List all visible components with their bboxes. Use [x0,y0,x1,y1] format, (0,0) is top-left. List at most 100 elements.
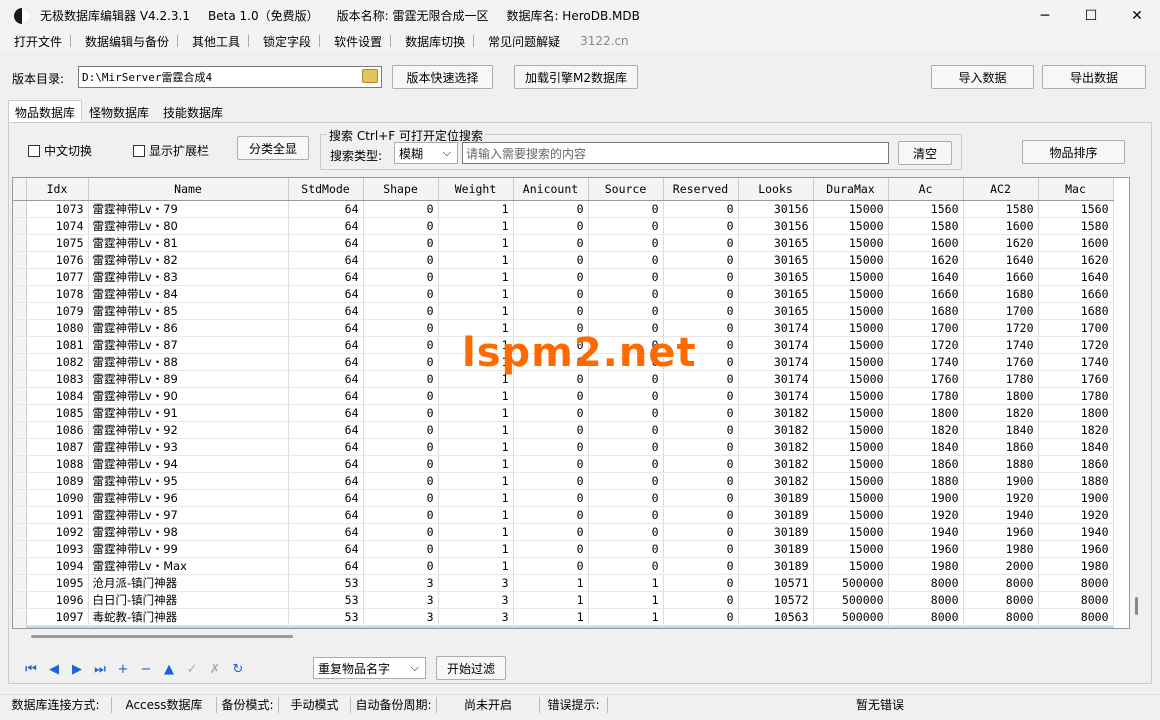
column-header-weight[interactable]: Weight [438,178,514,201]
row-indicator[interactable]: ▶ [13,625,27,628]
cancel-icon[interactable]: ✗ [206,660,224,678]
cell-ac2[interactable]: 1800 [963,387,1039,405]
cell-ac2[interactable]: 1920 [963,489,1039,507]
cell-anicount[interactable]: 0 [513,251,589,269]
cell-name[interactable]: 白日门-镇门神器 [88,591,289,609]
cell-source[interactable]: 0 [588,506,664,524]
table-row[interactable]: 1084 雷霆神带Lv・90 64 0 1 0 0 0 30174 15000 1780 1800 17… [13,387,1114,405]
column-header-looks[interactable]: Looks [738,178,814,201]
cell-name[interactable]: 雷霆神带Lv・84 [88,285,289,303]
cell-ac[interactable]: 1880 [888,472,964,490]
cell-ac2[interactable]: 1940 [963,506,1039,524]
cell-ac[interactable]: 1680 [888,302,964,320]
cell-stdmode[interactable]: 64 [288,404,364,422]
cell-shape[interactable]: 3 [363,574,439,592]
site-link[interactable]: 3122.cn [568,34,629,48]
duplicate-select[interactable]: 重复物品名字 ⌵ [313,657,426,679]
cell-shape[interactable]: 0 [363,523,439,541]
cell-looks[interactable]: 30174 [738,370,814,388]
cell-weight[interactable]: 1 [438,217,514,235]
cell-name[interactable]: 雷霆神带Lv・90 [88,387,289,405]
cell-name[interactable]: 雷霆神带Lv・80 [88,217,289,235]
version-quick-button[interactable]: 版本快速选择 [392,65,493,89]
table-row[interactable]: 1076 雷霆神带Lv・82 64 0 1 0 0 0 30165 15000 1620 1640 16… [13,251,1114,269]
cell-name[interactable]: 雷霆神带Lv・93 [88,438,289,456]
cell-stdmode[interactable]: 53 [288,608,364,626]
row-indicator[interactable] [13,438,27,456]
cell-mac[interactable]: 8000 [1038,608,1114,626]
cell-weight[interactable]: 1 [438,455,514,473]
cell-source[interactable]: 0 [588,472,664,490]
cell-stdmode[interactable]: 53 [288,574,364,592]
cell-name[interactable]: 沧月派-镇门神器 [88,574,289,592]
cell-idx[interactable]: 1081 [26,336,89,354]
row-indicator[interactable] [13,285,27,303]
table-row[interactable]: 1094 雷霆神带Lv・Max 64 0 1 0 0 0 30189 15000 1980 2000 1… [13,557,1114,575]
cell-ac2[interactable]: 1780 [963,370,1039,388]
cell-ac2[interactable]: 1600 [963,217,1039,235]
cell-name[interactable]: 雷霆神带Lv・98 [88,523,289,541]
menu-settings[interactable]: 软件设置 [320,33,390,50]
cell-ac2[interactable]: 1720 [963,319,1039,337]
cell-weight[interactable]: 1 [438,489,514,507]
cell-ac[interactable]: 1820 [888,421,964,439]
cell-reserved[interactable]: 0 [663,523,739,541]
cell-duramax[interactable]: 15000 [813,285,889,303]
cell-idx[interactable]: 1098 [26,625,89,628]
cell-ac[interactable]: 1800 [888,404,964,422]
cell-looks[interactable]: 30182 [738,421,814,439]
cell-ac[interactable]: 1580 [888,217,964,235]
cell-ac2[interactable]: 1980 [963,540,1039,558]
cell-mac[interactable]: 1660 [1038,285,1114,303]
cell-stdmode[interactable]: 64 [288,489,364,507]
cell-idx[interactable]: 1089 [26,472,89,490]
folder-icon[interactable] [362,69,378,83]
items-grid[interactable]: Idx Name StdMode Shape Weight Anicount Source R… [12,177,1130,629]
tab-monsters[interactable]: 怪物数据库 [82,100,156,122]
cell-ac2[interactable]: 1880 [963,455,1039,473]
cell-reserved[interactable]: 0 [663,540,739,558]
row-indicator[interactable] [13,200,27,218]
cell-stdmode[interactable]: 53 [288,591,364,609]
cell-ac[interactable]: 8000 [888,574,964,592]
table-row[interactable]: 1091 雷霆神带Lv・97 64 0 1 0 0 0 30189 15000 1920 1940 19… [13,506,1114,524]
cell-mac[interactable]: 1760 [1038,370,1114,388]
cell-ac[interactable]: 1920 [888,506,964,524]
cell-idx[interactable]: 1082 [26,353,89,371]
cell-reserved[interactable]: 0 [663,625,739,628]
table-row[interactable]: 1088 雷霆神带Lv・94 64 0 1 0 0 0 30182 15000 1860 1880 18… [13,455,1114,473]
cell-duramax[interactable]: 500000 [813,574,889,592]
cell-shape[interactable]: 0 [363,540,439,558]
cell-source[interactable]: 0 [588,404,664,422]
cell-ac2[interactable]: 1860 [963,438,1039,456]
confirm-icon[interactable]: ✓ [183,660,201,678]
cell-mac[interactable]: 1920 [1038,506,1114,524]
cell-looks[interactable]: 30189 [738,523,814,541]
cell-shape[interactable]: 0 [363,421,439,439]
table-row[interactable]: 1074 雷霆神带Lv・80 64 0 1 0 0 0 30156 15000 1580 1600 15… [13,217,1114,235]
cell-weight[interactable]: 1 [438,285,514,303]
cell-looks[interactable]: 30189 [738,557,814,575]
column-header-ac[interactable]: Ac [888,178,964,201]
cell-looks[interactable]: 10564 [738,625,814,628]
cell-anicount[interactable]: 0 [513,455,589,473]
cell-mac[interactable]: 1780 [1038,387,1114,405]
cell-weight[interactable]: 3 [438,574,514,592]
cell-mac[interactable]: 1800 [1038,404,1114,422]
cell-name[interactable]: 雷霆神带Lv・81 [88,234,289,252]
cell-name[interactable]: 雷霆神带Lv・97 [88,506,289,524]
table-row[interactable]: 1078 雷霆神带Lv・84 64 0 1 0 0 0 30165 15000 1660 1680 16… [13,285,1114,303]
cell-duramax[interactable]: 15000 [813,319,889,337]
cell-idx[interactable]: 1095 [26,574,89,592]
vertical-scroll-thumb[interactable] [1135,597,1138,615]
cell-stdmode[interactable]: 64 [288,472,364,490]
cell-ac[interactable]: 1700 [888,319,964,337]
cell-looks[interactable]: 30165 [738,234,814,252]
cell-shape[interactable]: 0 [363,472,439,490]
cell-mac[interactable]: 1980 [1038,557,1114,575]
cell-stdmode[interactable]: 64 [288,336,364,354]
cell-anicount[interactable]: 0 [513,523,589,541]
cell-source[interactable]: 0 [588,234,664,252]
cell-source[interactable]: 0 [588,268,664,286]
cell-looks[interactable]: 30182 [738,455,814,473]
